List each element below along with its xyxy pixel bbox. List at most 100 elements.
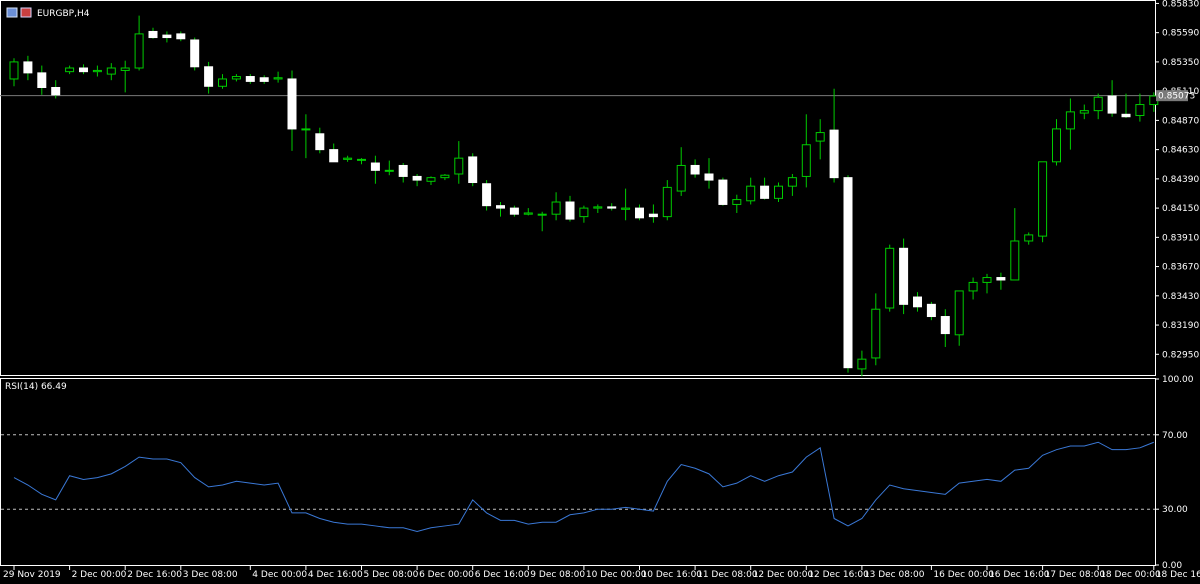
price-tick-label: 0.84390 (1162, 175, 1199, 185)
candle-body (774, 185, 783, 199)
time-tick-label: 17 Dec 08:00 (1045, 570, 1106, 580)
time-tick-label: 29 Nov 2019 (3, 570, 61, 580)
price-tick-label: 0.84150 (1162, 204, 1199, 214)
symbol-timeframe-title: EURGBP,H4 (37, 9, 90, 19)
time-tick-label: 4 Dec 00:00 (252, 570, 307, 580)
candle-body (301, 128, 311, 131)
candle-body (398, 164, 408, 177)
time-tick-label: 13 Dec 08:00 (864, 570, 925, 580)
candle-body (1093, 96, 1103, 112)
candle-body (954, 290, 964, 336)
candle (190, 37, 200, 71)
candle-body (843, 177, 853, 369)
candle-body (662, 186, 672, 218)
time-tick-label: 10 Dec 00:00 (586, 570, 647, 580)
chart-root: 0.858300.855900.853500.851100.848700.846… (0, 0, 1200, 584)
rsi-label: RSI(14) 66.49 (5, 382, 67, 392)
candle-body (65, 67, 75, 73)
candle-body (37, 72, 47, 88)
candle-body (1065, 111, 1075, 130)
price-tick-label: 0.83430 (1162, 292, 1199, 302)
candle-body (509, 207, 519, 215)
candle-body (1121, 113, 1131, 118)
candle-body (885, 247, 895, 309)
price-tick-label: 0.83670 (1162, 263, 1199, 273)
time-tick-label: 16 Dec 00:00 (933, 570, 994, 580)
candle-body (273, 77, 283, 80)
time-tick-label: 5 Dec 08:00 (364, 570, 419, 580)
candle-body (218, 78, 227, 87)
candle-body (259, 77, 269, 82)
candle-body (565, 201, 575, 220)
candle-body (982, 277, 992, 283)
candle-body (746, 185, 756, 202)
candle-body (815, 132, 825, 142)
candle-body (732, 199, 742, 205)
time-tick-label: 16 Dec 16:00 (989, 570, 1050, 580)
candle-body (454, 157, 464, 175)
candle-body (51, 86, 61, 96)
time-tick-label: 18 Dec 00:00 (1100, 570, 1161, 580)
candle-body (343, 157, 353, 160)
chart-flag-icon (20, 7, 32, 18)
price-tick-label: 0.83910 (1162, 233, 1199, 243)
candle-body (357, 158, 366, 161)
candle-body (204, 66, 214, 87)
candle-body (1079, 110, 1089, 114)
time-tick-label: 2 Dec 00:00 (72, 570, 127, 580)
candle-body (468, 156, 478, 184)
candle (899, 238, 909, 315)
candle-body (482, 183, 492, 207)
candle-body (412, 175, 422, 181)
candle-body (120, 67, 130, 71)
current-price-value: 0.85073 (1158, 92, 1195, 102)
candle-body (648, 213, 658, 218)
candle-body (829, 129, 839, 179)
price-tick-label: 0.83190 (1162, 321, 1199, 331)
candle (1038, 161, 1048, 243)
candle-body (190, 39, 200, 68)
candle-body (621, 207, 631, 210)
candle-body (1038, 161, 1048, 237)
candle-body (23, 61, 33, 74)
candle-body (245, 76, 255, 82)
candle-body (718, 179, 728, 205)
time-tick-label: 3 Dec 08:00 (183, 570, 238, 580)
rsi-tick-label: 70.00 (1162, 431, 1188, 441)
candle-body (106, 67, 116, 75)
candle-body (315, 133, 325, 151)
candle-body (370, 162, 380, 171)
candle-body (523, 212, 533, 215)
chart-window-icon (6, 7, 18, 18)
candle-body (690, 164, 700, 175)
candle-body (176, 33, 186, 40)
current-price-tag: 0.85073 (1156, 90, 1195, 102)
time-tick-label: 6 Dec 00:00 (419, 570, 474, 580)
candle-body (162, 34, 172, 39)
time-tick-label: 18 Dec 16:00 (1156, 570, 1200, 580)
candle-body (913, 296, 922, 308)
candle-body (1052, 128, 1061, 163)
candle-body (1024, 234, 1034, 242)
candle-body (926, 303, 936, 318)
price-tick-label: 0.82950 (1162, 350, 1199, 360)
candle (468, 153, 478, 187)
candle-body (9, 61, 19, 80)
candle-body (231, 76, 241, 80)
candle (718, 177, 728, 206)
candle-body (676, 164, 686, 192)
candle-body (1135, 104, 1145, 117)
candle-body (79, 67, 88, 73)
time-tick-label: 12 Dec 00:00 (753, 570, 814, 580)
candle-body (579, 207, 589, 218)
time-tick-label: 11 Dec 08:00 (697, 570, 758, 580)
candle-body (426, 177, 436, 182)
time-tick-label: 9 Dec 08:00 (530, 570, 585, 580)
candle-body (857, 358, 867, 370)
price-tick-label: 0.84870 (1162, 116, 1199, 126)
candle-body (996, 277, 1006, 281)
time-tick-label: 12 Dec 16:00 (808, 570, 869, 580)
candle-body (148, 30, 158, 39)
candle-body (787, 177, 797, 187)
price-tick-label: 0.85590 (1162, 29, 1199, 39)
